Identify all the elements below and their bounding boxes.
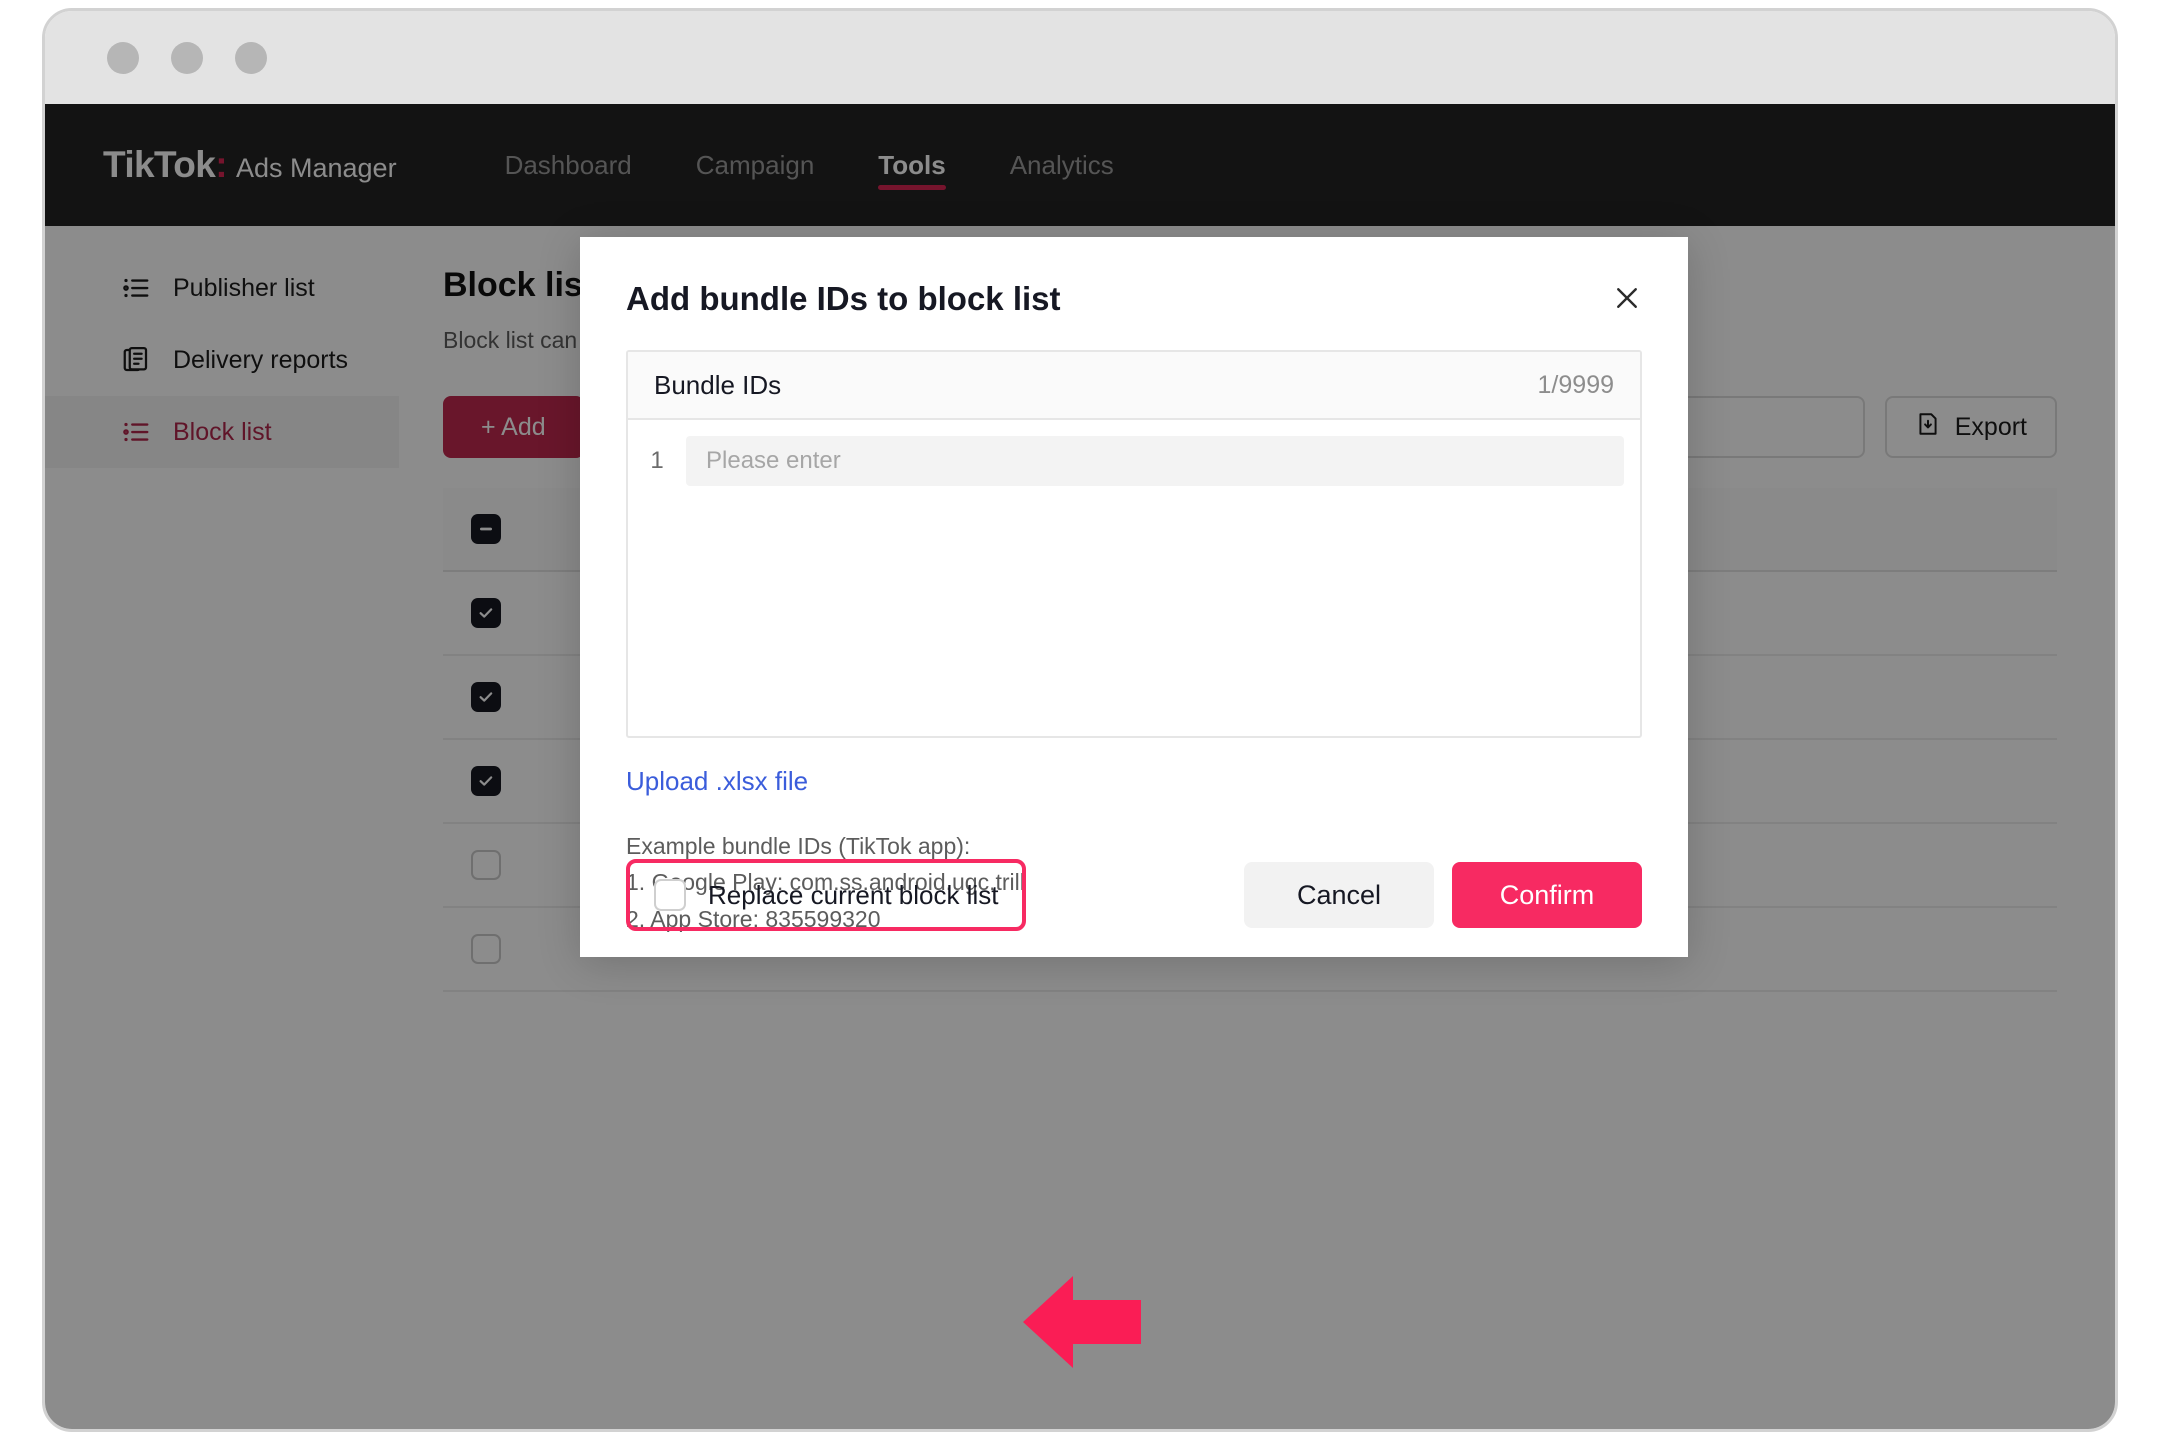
select-all-checkbox[interactable]	[471, 514, 501, 544]
list-bullet-icon	[121, 417, 151, 447]
window-minimize-dot[interactable]	[171, 41, 203, 74]
bundle-ids-counter: 1/9999	[1537, 370, 1614, 399]
modal-footer: Replace current block list Cancel Confir…	[580, 833, 1688, 957]
browser-titlebar	[45, 11, 2115, 104]
nav-item-campaign[interactable]: Campaign	[664, 104, 847, 226]
bundle-id-input[interactable]	[686, 436, 1624, 486]
list-bullet-icon	[121, 273, 151, 303]
document-copy-icon	[121, 345, 151, 375]
brand-suffix: Ads Manager	[235, 153, 397, 183]
close-icon[interactable]	[1604, 275, 1650, 321]
confirm-button[interactable]: Confirm	[1452, 862, 1642, 928]
modal-header: Add bundle IDs to block list	[580, 237, 1688, 318]
tiktok-wordmark: TikTok:	[103, 144, 228, 185]
top-navigation-bar: TikTok: Ads Manager Dashboard Campaign T…	[45, 104, 2115, 226]
row-checkbox[interactable]	[471, 598, 501, 628]
row-checkbox[interactable]	[471, 766, 501, 796]
add-button[interactable]: + Add	[443, 396, 584, 458]
export-file-icon	[1915, 411, 1941, 444]
row-checkbox[interactable]	[471, 934, 501, 964]
window-close-dot[interactable]	[107, 41, 139, 74]
sidebar-item-label: Publisher list	[173, 273, 315, 302]
bundle-ids-panel-header: Bundle IDs 1/9999	[628, 352, 1640, 420]
bundle-ids-panel: Bundle IDs 1/9999 1	[626, 350, 1642, 738]
modal-title: Add bundle IDs to block list	[626, 280, 1061, 317]
modal-actions: Cancel Confirm	[1244, 862, 1642, 928]
bundle-ids-rows: 1	[628, 420, 1640, 736]
replace-checkbox-label: Replace current block list	[708, 879, 999, 910]
cancel-button[interactable]: Cancel	[1244, 862, 1434, 928]
browser-window: TikTok: Ads Manager Dashboard Campaign T…	[42, 8, 2118, 1432]
bundle-ids-label: Bundle IDs	[654, 369, 782, 400]
row-checkbox[interactable]	[471, 682, 501, 712]
nav-item-tools[interactable]: Tools	[846, 104, 977, 226]
add-bundle-ids-modal: Add bundle IDs to block list Bundle IDs …	[580, 237, 1688, 957]
row-checkbox[interactable]	[471, 850, 501, 880]
sidebar-item-delivery-reports[interactable]: Delivery reports	[45, 324, 399, 396]
replace-checkbox-box[interactable]	[654, 879, 686, 911]
sidebar-item-publisher-list[interactable]: Publisher list	[45, 252, 399, 324]
app-viewport: TikTok: Ads Manager Dashboard Campaign T…	[45, 104, 2115, 1429]
export-button[interactable]: Export	[1884, 396, 2057, 458]
replace-current-block-list-checkbox[interactable]: Replace current block list	[626, 859, 1027, 931]
sidebar-item-label: Block list	[173, 417, 272, 446]
export-label: Export	[1954, 412, 2027, 441]
sidebar-item-block-list[interactable]: Block list	[45, 396, 399, 468]
sidebar-item-label: Delivery reports	[173, 345, 349, 374]
window-maximize-dot[interactable]	[235, 41, 267, 74]
nav-item-dashboard[interactable]: Dashboard	[473, 104, 664, 226]
upload-xlsx-link[interactable]: Upload .xlsx file	[626, 766, 808, 797]
sidebar: Publisher list Delivery reports Block li…	[45, 226, 399, 1429]
bundle-row-number: 1	[650, 447, 664, 474]
nav-item-analytics[interactable]: Analytics	[978, 104, 1146, 226]
brand-logo[interactable]: TikTok: Ads Manager	[103, 144, 397, 186]
bundle-id-row: 1	[644, 436, 1624, 486]
brand-colon: :	[215, 144, 227, 185]
